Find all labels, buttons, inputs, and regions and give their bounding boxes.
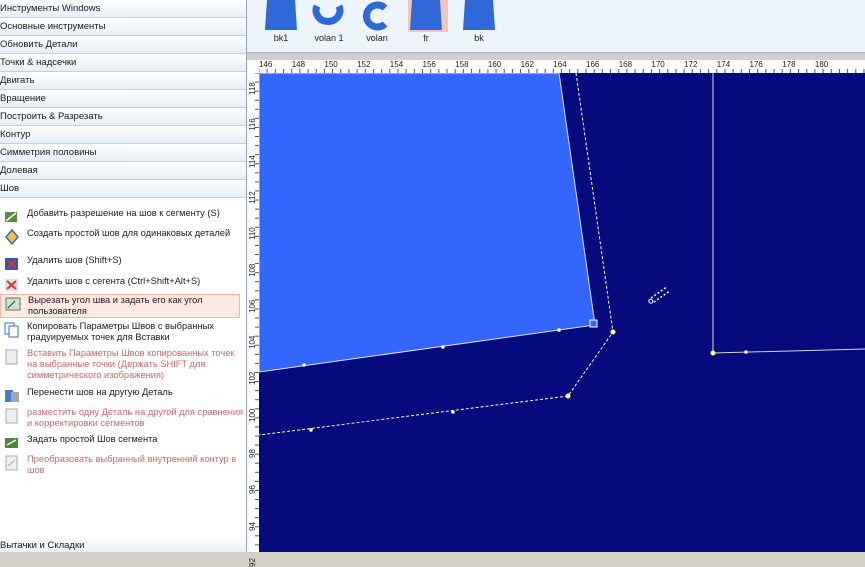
transfer-seam-icon [4,388,20,404]
piece-label: volan 1 [314,33,344,43]
category-item[interactable]: Долевая [0,162,246,180]
piece-label: bk1 [273,33,289,43]
category-item[interactable]: Контур [0,126,246,144]
piece-shape [355,0,399,35]
cut-corner-icon [5,296,21,312]
piece-thumbnail[interactable]: bk1 [259,0,303,50]
piece-shape-icon [463,0,495,30]
tool-label: Перенести шов на другую Деталь [27,387,173,397]
seam-point[interactable] [565,393,571,399]
piece-label: fr [423,33,429,43]
tool-item[interactable]: Вырезать угол шва и задать его как угол … [0,294,240,318]
tool-label: Вставить Параметры Швов копированных точ… [27,348,235,380]
tool-item[interactable]: Вставить Параметры Швов копированных точ… [0,348,246,381]
tool-label: Задать простой Шов сегмента [27,434,158,444]
piece-point[interactable] [441,345,445,349]
category-item[interactable]: Построить & Разрезать [0,108,246,126]
piece-label: volan [366,33,388,43]
pattern-piece[interactable] [259,73,596,373]
category-item[interactable]: Инструменты Windows [0,0,246,18]
canvas-drawing[interactable] [259,73,865,552]
selected-corner-point[interactable] [589,319,598,328]
piece-shape-icon [265,0,297,30]
tool-item[interactable]: Задать простой Шов сегмента [0,434,246,448]
tool-panel: Инструменты Windows Основные инструменты О… [0,0,247,552]
category-item[interactable]: Основные инструменты [0,18,246,36]
piece-point[interactable] [557,328,561,332]
divider [247,53,865,60]
category-item[interactable]: Шов [0,180,246,198]
tool-item[interactable]: Удалить шов (Shift+S) [0,255,246,270]
category-item[interactable]: Точки & надсечки [0,54,246,72]
add-seam-icon [4,209,20,225]
category-item[interactable]: Симметрия половины [0,144,246,162]
tool-label: Удалить шов (Shift+S) [27,255,122,265]
tool-item[interactable]: Перенести шов на другую Деталь [0,387,246,402]
second-piece-outline[interactable] [712,73,865,354]
scissors-cursor-icon [648,285,671,304]
category-item[interactable]: Двигать [0,72,246,90]
category-darts-pleats[interactable]: Вытачки и Складки [0,537,246,552]
pattern-canvas[interactable] [259,73,865,552]
piece-shape [307,0,351,35]
delete-segment-seam-icon [4,277,20,293]
second-piece-point[interactable] [710,350,716,356]
simple-seam-icon [4,435,20,451]
piece-shape [457,0,501,35]
piece-thumbnail[interactable]: volan 1 [307,0,351,50]
delete-seam-icon [4,256,20,272]
tool-item[interactable]: Копировать Параметры Швов с выбранных гр… [0,321,246,343]
ruler-ticks [255,73,259,546]
seam-point[interactable] [610,329,616,335]
second-piece-point[interactable] [744,350,748,354]
piece-shape-icon [410,0,442,30]
tool-label: разместить одну Деталь на другой для сра… [27,407,244,428]
convert-contour-icon [4,455,20,471]
overlay-piece-icon [4,408,20,424]
ruler-mark: 92 [248,557,257,567]
category-item[interactable]: Обновить Детали [0,36,246,54]
seam-point[interactable] [309,428,313,432]
piece-shape [404,0,448,35]
piece-thumbnail[interactable]: bk [457,0,501,50]
tool-label: Преобразовать выбранный внутренний конту… [27,454,237,475]
diamond-icon [4,228,20,246]
seam-point[interactable] [451,410,455,414]
category-list: Инструменты Windows Основные инструменты О… [0,0,246,198]
piece-thumbnail[interactable]: fr [404,0,448,50]
category-item[interactable]: Вращение [0,90,246,108]
paste-params-icon [4,349,20,365]
tool-label: Добавить разрешение на шов к сегменту (S… [27,208,220,218]
piece-shape [259,0,303,35]
piece-thumbnail[interactable]: volan [355,0,399,50]
tool-label: Копировать Параметры Швов с выбранных гр… [27,321,214,342]
tool-item[interactable]: разместить одну Деталь на другой для сра… [0,407,246,429]
ring-open-piece-icon [363,1,388,31]
ruler-ticks [259,69,865,73]
ring-piece-icon [312,4,344,25]
copy-params-icon [4,322,20,338]
tool-item[interactable]: Преобразовать выбранный внутренний конту… [0,454,246,476]
tool-label: Создать простой шов для одинаковых детал… [27,228,231,238]
tool-item[interactable]: Создать простой шов для одинаковых детал… [0,228,246,246]
tool-label: Вырезать угол шва и задать его как угол … [28,295,203,316]
horizontal-ruler: 146 148 150 152 154 156 158 160 162 164 166 168 170 1… [259,60,865,74]
piece-point[interactable] [302,363,306,367]
tool-item[interactable]: Добавить разрешение на шов к сегменту (S… [0,208,246,222]
ruler-corner [247,60,259,73]
tool-label: Удалить шов с сегента (Ctrl+Shift+Alt+S) [27,276,201,286]
tool-item[interactable]: Удалить шов с сегента (Ctrl+Shift+Alt+S) [0,276,246,291]
piece-label: bk [474,33,484,43]
pieces-strip: bk1 volan 1 volan fr bk [247,0,865,53]
